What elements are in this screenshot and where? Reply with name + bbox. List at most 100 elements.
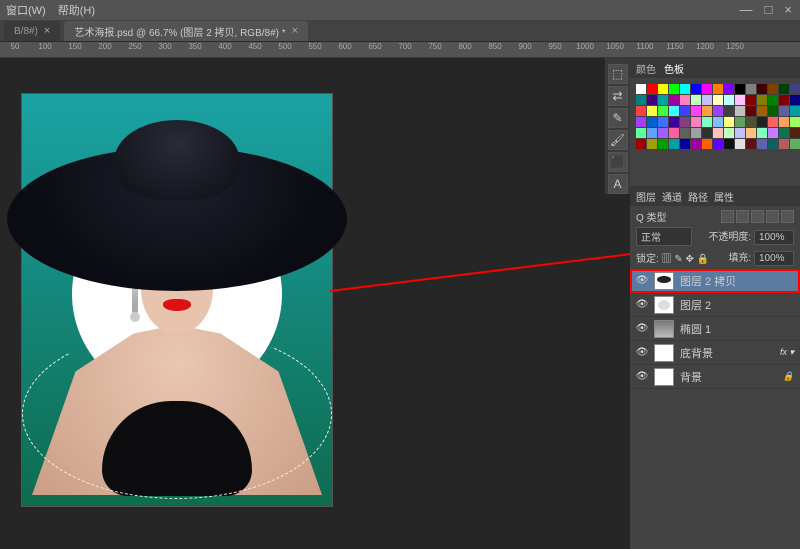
swatch[interactable]	[647, 106, 657, 116]
visibility-toggle-icon[interactable]: 👁	[636, 371, 648, 383]
swatch[interactable]	[658, 117, 668, 127]
visibility-toggle-icon[interactable]: 👁	[636, 299, 648, 311]
swatch[interactable]	[724, 117, 734, 127]
tab-channels[interactable]: 通道	[662, 189, 682, 204]
layer-name[interactable]: 底背景	[680, 345, 713, 361]
swatch[interactable]	[790, 106, 800, 116]
layer-row[interactable]: 👁底背景fx ▾	[630, 341, 800, 365]
filter-adjust-icon[interactable]	[736, 210, 749, 223]
swatch[interactable]	[713, 95, 723, 105]
layer-fx-indicator[interactable]: 🔒	[783, 371, 794, 382]
dock-tool-icon[interactable]: ⬚	[608, 64, 628, 84]
dock-tool-icon[interactable]: A	[608, 174, 628, 194]
dock-tool-icon[interactable]: 🖌	[608, 130, 628, 150]
swatch[interactable]	[790, 84, 800, 94]
swatch[interactable]	[658, 84, 668, 94]
swatch[interactable]	[702, 84, 712, 94]
layer-thumbnail[interactable]	[654, 272, 674, 290]
swatch[interactable]	[647, 95, 657, 105]
swatch[interactable]	[757, 106, 767, 116]
swatch[interactable]	[691, 106, 701, 116]
layers-list[interactable]: 👁图层 2 拷贝👁图层 2👁椭圆 1👁底背景fx ▾👁背景🔒	[630, 269, 800, 549]
minimize-button[interactable]: —	[740, 2, 753, 17]
swatch[interactable]	[702, 128, 712, 138]
swatch[interactable]	[702, 117, 712, 127]
filter-pixel-icon[interactable]	[721, 210, 734, 223]
swatch[interactable]	[702, 139, 712, 149]
swatch[interactable]	[790, 139, 800, 149]
close-icon[interactable]: ×	[292, 25, 298, 37]
swatch[interactable]	[779, 128, 789, 138]
swatch[interactable]	[724, 95, 734, 105]
swatch[interactable]	[680, 117, 690, 127]
dock-tool-icon[interactable]: ⇄	[608, 86, 628, 106]
swatch[interactable]	[680, 84, 690, 94]
layer-thumbnail[interactable]	[654, 344, 674, 362]
swatch[interactable]	[713, 84, 723, 94]
tab-swatches[interactable]: 色板	[664, 61, 684, 76]
swatches-grid[interactable]	[630, 78, 800, 186]
fill-input[interactable]: 100%	[754, 251, 794, 266]
swatch[interactable]	[768, 106, 778, 116]
swatch[interactable]	[658, 128, 668, 138]
swatch[interactable]	[757, 117, 767, 127]
swatch[interactable]	[735, 117, 745, 127]
dock-tool-icon[interactable]: ✎	[608, 108, 628, 128]
swatch[interactable]	[724, 106, 734, 116]
tab-paths[interactable]: 路径	[688, 189, 708, 204]
layer-row[interactable]: 👁 背景 🔒	[630, 365, 800, 389]
swatch[interactable]	[735, 95, 745, 105]
swatch[interactable]	[768, 84, 778, 94]
swatch[interactable]	[669, 84, 679, 94]
swatch[interactable]	[658, 106, 668, 116]
swatch[interactable]	[735, 139, 745, 149]
document-canvas[interactable]	[22, 94, 332, 506]
swatch[interactable]	[790, 117, 800, 127]
swatch[interactable]	[636, 117, 646, 127]
swatch[interactable]	[702, 106, 712, 116]
swatch[interactable]	[746, 95, 756, 105]
swatch[interactable]	[636, 128, 646, 138]
swatch[interactable]	[691, 139, 701, 149]
tab-color[interactable]: 颜色	[636, 61, 656, 76]
swatch[interactable]	[680, 95, 690, 105]
swatch[interactable]	[680, 128, 690, 138]
swatch[interactable]	[757, 84, 767, 94]
swatch[interactable]	[647, 84, 657, 94]
opacity-input[interactable]: 100%	[754, 230, 794, 245]
layer-name[interactable]: 背景	[680, 369, 702, 385]
swatch[interactable]	[680, 106, 690, 116]
visibility-toggle-icon[interactable]: 👁	[636, 323, 648, 335]
maximize-button[interactable]: □	[765, 2, 773, 17]
swatch[interactable]	[768, 128, 778, 138]
swatch[interactable]	[669, 139, 679, 149]
dock-tool-icon[interactable]: ⬛	[608, 152, 628, 172]
menu-help[interactable]: 帮助(H)	[58, 2, 95, 18]
swatch[interactable]	[702, 95, 712, 105]
swatch[interactable]	[724, 84, 734, 94]
canvas-area[interactable]	[0, 58, 630, 549]
swatch[interactable]	[757, 139, 767, 149]
layer-name[interactable]: 椭圆 1	[680, 321, 711, 337]
swatch[interactable]	[790, 128, 800, 138]
swatch[interactable]	[658, 139, 668, 149]
swatch[interactable]	[669, 128, 679, 138]
swatch[interactable]	[713, 106, 723, 116]
visibility-toggle-icon[interactable]: 👁	[636, 275, 648, 287]
swatch[interactable]	[680, 139, 690, 149]
swatch[interactable]	[636, 106, 646, 116]
swatch[interactable]	[647, 139, 657, 149]
filter-smart-icon[interactable]	[781, 210, 794, 223]
swatch[interactable]	[647, 128, 657, 138]
close-button[interactable]: ×	[784, 2, 792, 17]
close-icon[interactable]: ×	[44, 25, 50, 37]
swatch[interactable]	[768, 95, 778, 105]
swatch[interactable]	[647, 117, 657, 127]
swatch[interactable]	[746, 139, 756, 149]
swatch[interactable]	[757, 128, 767, 138]
swatch[interactable]	[735, 106, 745, 116]
swatch[interactable]	[636, 139, 646, 149]
swatch[interactable]	[735, 128, 745, 138]
layer-thumbnail[interactable]	[654, 368, 674, 386]
swatch[interactable]	[636, 84, 646, 94]
